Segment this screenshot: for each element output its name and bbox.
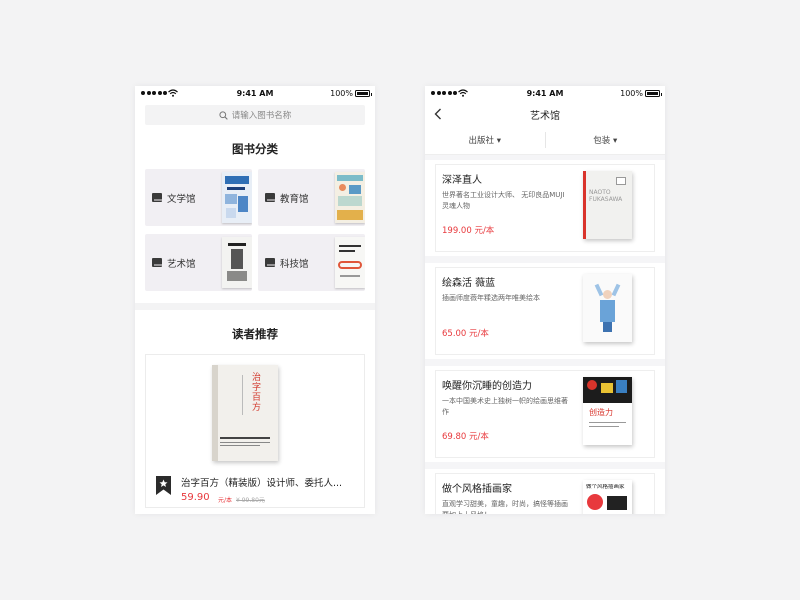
book-desc: 世界著名工业设计大师、 无印良品MUJI灵魂人物 (442, 191, 565, 210)
battery-percent: 100% (330, 89, 353, 98)
search-input[interactable]: 请输入图书名称 (145, 105, 365, 125)
cover-title: NAOTO FUKASAWA (589, 189, 623, 203)
filter-bar: 出版社 ▾ 包装 ▾ (425, 125, 665, 155)
battery-icon (645, 90, 662, 97)
category-label: 科技馆 (280, 259, 309, 270)
section-divider (135, 303, 375, 310)
book-desc: 插画师度薇年糅选两年唯美绘本 (442, 294, 540, 302)
book-name: 唤醒你沉睡的创造力 (442, 381, 532, 392)
book-price: 199.00 元/本 (442, 226, 495, 236)
search-placeholder: 请输入图书名称 (231, 111, 292, 121)
list-item[interactable]: 做个风格插画家 直观学习甜美，童趣，时尚，搞怪等插画要如上十风格！ 做个风格插画… (425, 469, 665, 514)
battery-percent: 100% (620, 89, 643, 98)
book-icon (152, 258, 162, 267)
book-list: 深泽直人 世界著名工业设计大师、 无印良品MUJI灵魂人物 199.00 元/本… (425, 155, 665, 514)
bookmark-icon[interactable] (156, 476, 171, 495)
book-cover (583, 274, 632, 342)
book-icon (265, 258, 275, 267)
status-bar: 9:41 AM 100% (135, 86, 375, 102)
book-cover (335, 237, 365, 288)
price-unit: 元/本 (218, 496, 233, 504)
book-cover: 创造力 (583, 377, 632, 445)
recommend-title: 读者推荐 (232, 327, 278, 341)
category-literature[interactable]: 文学馆 (145, 169, 252, 226)
list-item[interactable]: 唤醒你沉睡的创造力 一本中国美术史上独树一帜的绘画思维著作 69.80 元/本 … (425, 366, 665, 462)
categories-title: 图书分类 (232, 142, 278, 156)
list-item[interactable]: 深泽直人 世界著名工业设计大师、 无印良品MUJI灵魂人物 199.00 元/本… (425, 160, 665, 256)
book-icon (152, 193, 162, 202)
category-label: 艺术馆 (167, 259, 196, 270)
list-item[interactable]: 绘森活 薇蓝 插画师度薇年糅选两年唯美绘本 65.00 元/本 (425, 263, 665, 359)
book-price: 65.00 元/本 (442, 329, 489, 339)
book-cover (335, 172, 365, 223)
filter-publisher[interactable]: 出版社 ▾ (425, 134, 545, 146)
category-art[interactable]: 艺术馆 (145, 234, 252, 291)
book-desc: 一本中国美术史上独树一帜的绘画思维著作 (442, 397, 568, 416)
nav-bar: 艺术馆 (425, 102, 665, 125)
art-screen: 9:41 AM 100% 艺术馆 出版社 ▾ 包装 ▾ 深泽直人 世界著名工业设… (425, 86, 665, 514)
book-cover (222, 237, 252, 288)
category-education[interactable]: 教育馆 (258, 169, 365, 226)
cover-title: 做个风格插画家 (586, 484, 625, 490)
book-cover: 做个风格插画家 (583, 480, 632, 514)
battery-icon (355, 90, 372, 97)
recommend-card[interactable]: 治字百方 治字百方（精装版）设计师、委托人... 59.90 元/本 ¥ 99.… (145, 354, 365, 508)
book-cover: 治字百方 (212, 365, 278, 461)
cover-title: 治字百方 (252, 373, 262, 413)
book-cover: NAOTO FUKASAWA (583, 171, 632, 239)
category-technology[interactable]: 科技馆 (258, 234, 365, 291)
filter-packaging[interactable]: 包装 ▾ (546, 134, 666, 146)
category-label: 文学馆 (167, 194, 196, 205)
recommend-book-name: 治字百方（精装版）设计师、委托人... (181, 478, 343, 489)
search-icon (219, 110, 228, 120)
book-name: 绘森活 薇蓝 (442, 278, 496, 289)
book-name: 做个风格插画家 (442, 484, 512, 495)
book-price: 69.80 元/本 (442, 432, 489, 442)
original-price: ¥ 99.80元 (236, 496, 265, 504)
recommend-price: 59.90 (181, 492, 210, 503)
category-label: 教育馆 (280, 194, 309, 205)
book-desc: 直观学习甜美，童趣，时尚，搞怪等插画要如上十风格！ (442, 500, 568, 514)
status-bar: 9:41 AM 100% (425, 86, 665, 102)
page-title: 艺术馆 (530, 111, 560, 122)
book-icon (265, 193, 275, 202)
cover-title: 创造力 (589, 408, 613, 417)
book-cover (222, 172, 252, 223)
home-screen: 9:41 AM 100% 请输入图书名称 图书分类 文学馆 教育馆 艺术馆 科技… (135, 86, 375, 514)
book-name: 深泽直人 (442, 175, 482, 186)
